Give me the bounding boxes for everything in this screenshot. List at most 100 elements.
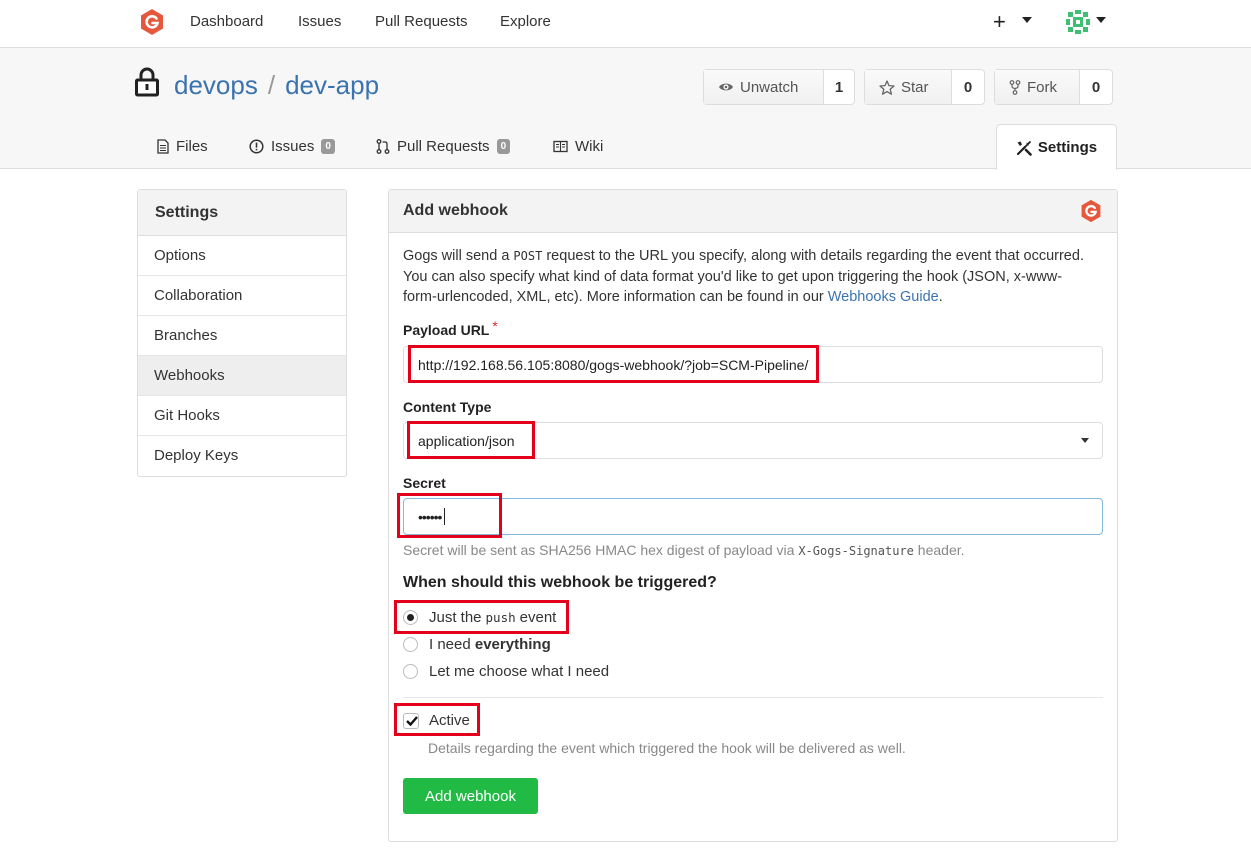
secret-input[interactable]: •••••• <box>403 498 1103 535</box>
tab-settings[interactable]: Settings <box>996 124 1117 170</box>
active-hint: Details regarding the event which trigge… <box>428 740 906 756</box>
add-webhook-button[interactable]: Add webhook <box>403 778 538 814</box>
tab-wiki[interactable]: Wiki <box>553 138 603 155</box>
secret-label: Secret <box>403 475 446 491</box>
checkmark-icon <box>406 715 418 726</box>
create-new-plus-icon[interactable]: + <box>993 9 1006 35</box>
radio-push-only-button[interactable] <box>403 610 418 625</box>
tab-files[interactable]: Files <box>157 138 208 155</box>
star-button-group: Star 0 <box>864 69 985 105</box>
webhooks-guide-link[interactable]: Webhooks Guide <box>828 289 939 305</box>
secret-hint-text-1: Secret will be sent as SHA256 HMAC hex d… <box>403 542 799 558</box>
radio-choose-label: Let me choose what I need <box>429 663 610 680</box>
radio-choose-button[interactable] <box>403 664 418 679</box>
radio-push-only[interactable]: Just the push event <box>403 609 556 626</box>
payload-url-label: Payload URL * <box>403 318 498 338</box>
watch-count[interactable]: 1 <box>824 70 854 104</box>
repo-tabs: Files Issues 0 Pull Requests 0 Wiki Sett… <box>0 124 1251 170</box>
webhook-description: Gogs will send a POST request to the URL… <box>403 246 1093 308</box>
repo-name-link[interactable]: dev-app <box>285 70 379 100</box>
push-code: push <box>485 610 516 625</box>
sidebar-item-git-hooks[interactable]: Git Hooks <box>138 396 346 436</box>
secret-hint-text-2: header. <box>913 542 965 558</box>
pulls-count-badge: 0 <box>496 139 511 154</box>
tab-issues-label: Issues <box>271 138 315 155</box>
repo-owner-link[interactable]: devops <box>174 70 258 100</box>
active-checkbox-row[interactable]: Active <box>403 712 470 729</box>
fork-count[interactable]: 0 <box>1080 70 1112 104</box>
content-type-label: Content Type <box>403 399 492 415</box>
sidebar-item-branches[interactable]: Branches <box>138 316 346 356</box>
star-icon <box>879 79 895 95</box>
tab-pull-requests-label: Pull Requests <box>397 138 490 155</box>
add-webhook-panel: Add webhook Gogs will send a POST reques… <box>388 189 1118 842</box>
eye-icon <box>719 83 733 91</box>
fork-icon <box>1009 79 1021 95</box>
nav-issues-link[interactable]: Issues <box>298 13 341 30</box>
radio-everything-text-1: I need <box>429 636 475 653</box>
star-label: Star <box>901 78 929 96</box>
issues-count-badge: 0 <box>321 139 335 154</box>
fork-button-group: Fork 0 <box>994 69 1113 105</box>
secret-value: •••••• <box>418 508 442 525</box>
unwatch-label: Unwatch <box>740 78 799 96</box>
repo-title: devops / dev-app <box>174 70 379 101</box>
content-type-select[interactable]: application/json <box>403 422 1103 459</box>
nav-pull-requests-link[interactable]: Pull Requests <box>375 13 468 30</box>
gogs-logo-icon <box>1081 199 1101 223</box>
desc-text-3: . <box>938 289 943 305</box>
tab-files-label: Files <box>176 138 208 155</box>
active-checkbox[interactable] <box>403 712 419 729</box>
sidebar-item-options[interactable]: Options <box>138 236 346 276</box>
payload-url-label-text: Payload URL <box>403 322 490 338</box>
sidebar-item-deploy-keys[interactable]: Deploy Keys <box>138 436 346 476</box>
pull-request-icon <box>376 139 390 154</box>
fork-button[interactable]: Fork <box>995 70 1080 104</box>
tab-issues[interactable]: Issues 0 <box>249 138 335 155</box>
content-type-value: application/json <box>418 432 515 449</box>
divider <box>403 697 1103 698</box>
radio-push-text-2: event <box>519 609 557 626</box>
unwatch-button[interactable]: Unwatch <box>704 70 824 104</box>
top-navbar: Dashboard Issues Pull Requests Explore + <box>0 0 1251 48</box>
nav-dashboard-link[interactable]: Dashboard <box>190 13 263 30</box>
fork-label: Fork <box>1027 78 1057 96</box>
payload-url-input[interactable]: http://192.168.56.105:8080/gogs-webhook/… <box>403 346 1103 383</box>
user-avatar[interactable] <box>1065 9 1091 35</box>
tab-settings-label: Settings <box>1037 139 1098 156</box>
issue-icon <box>249 139 264 154</box>
nav-explore-link[interactable]: Explore <box>500 13 551 30</box>
repo-header: devops / dev-app Unwatch 1 Star 0 Fork 0… <box>0 48 1251 170</box>
payload-url-value: http://192.168.56.105:8080/gogs-webhook/… <box>418 356 809 373</box>
star-button[interactable]: Star <box>865 70 952 104</box>
sidebar-title: Settings <box>138 190 346 236</box>
active-label: Active <box>429 712 470 729</box>
required-mark: * <box>492 318 498 334</box>
sidebar-item-webhooks[interactable]: Webhooks <box>138 356 346 396</box>
radio-choose[interactable]: Let me choose what I need <box>403 663 609 680</box>
desc-post-code: POST <box>513 249 543 263</box>
settings-sidebar: Settings Options Collaboration Branches … <box>137 189 347 477</box>
tab-pull-requests[interactable]: Pull Requests 0 <box>376 138 511 155</box>
text-cursor <box>444 508 446 525</box>
file-icon <box>157 139 169 154</box>
user-menu-chevron-icon[interactable] <box>1096 17 1106 23</box>
trigger-question: When should this webhook be triggered? <box>403 574 717 591</box>
signature-header-code: X-Gogs-Signature <box>798 544 914 558</box>
sidebar-item-collaboration[interactable]: Collaboration <box>138 276 346 316</box>
repo-title-separator: / <box>267 70 276 100</box>
chevron-down-icon <box>1081 438 1089 443</box>
watch-button-group: Unwatch 1 <box>703 69 855 105</box>
tools-icon <box>1016 140 1032 156</box>
radio-everything[interactable]: I need everything <box>403 636 551 653</box>
gogs-logo-icon[interactable] <box>138 8 166 36</box>
radio-everything-button[interactable] <box>403 637 418 652</box>
create-dropdown-chevron-icon[interactable] <box>1022 17 1032 23</box>
desc-text-1: Gogs will send a <box>403 248 514 264</box>
radio-everything-text-2: everything <box>474 636 551 653</box>
star-count[interactable]: 0 <box>952 70 984 104</box>
secret-hint: Secret will be sent as SHA256 HMAC hex d… <box>403 542 965 558</box>
private-lock-icon <box>135 67 159 97</box>
panel-title: Add webhook <box>403 202 508 219</box>
tab-wiki-label: Wiki <box>575 138 604 155</box>
